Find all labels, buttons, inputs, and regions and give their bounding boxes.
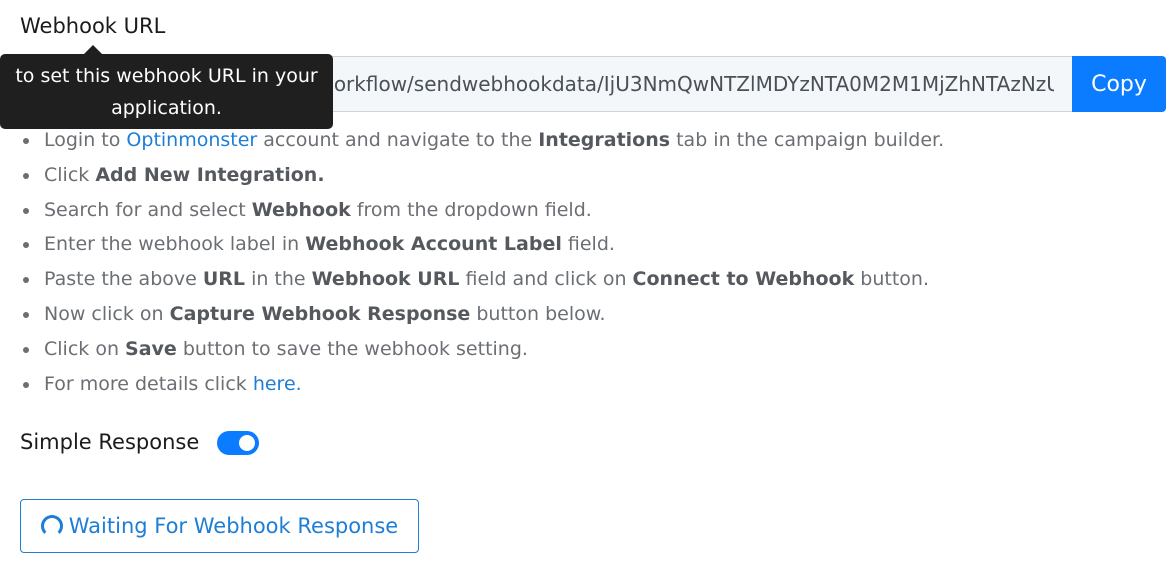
instruction-text: tab in the campaign builder. [670,129,945,151]
instruction-text: from the dropdown field. [350,198,592,221]
instruction-bold: Add New Integration. [95,163,325,186]
instruction-text: account and navigate to the [257,129,539,151]
instruction-bold: Save [125,337,177,360]
instructions-list: Login to Optinmonster account and naviga… [20,123,1160,401]
tooltip-text: to set this webhook URL in your applicat… [15,64,318,119]
instruction-link[interactable]: Optinmonster [126,129,257,151]
instruction-item: Paste the above URL in the Webhook URL f… [20,262,1160,297]
instruction-item: Click Add New Integration. [20,158,1160,193]
instruction-text: Login to [44,129,127,151]
copy-tooltip: to set this webhook URL in your applicat… [0,45,333,129]
instruction-item: Click on Save button to save the webhook… [20,332,1160,367]
instruction-text: button. [854,268,929,291]
instruction-text: Paste the above [44,268,203,291]
spinner-icon [40,515,63,537]
instruction-text: in the [245,268,312,291]
instruction-bold: Connect to Webhook [632,268,855,291]
simple-response-label: Simple Response [20,429,200,454]
tooltip-arrow [84,45,102,54]
instruction-text: Enter the webhook label in [44,233,306,256]
instruction-item: Enter the webhook label in Webhook Accou… [20,227,1160,262]
instruction-bold: Webhook [251,198,351,221]
instruction-item: For more details click here. [20,367,1160,402]
instruction-text: field and click on [459,268,633,291]
copy-button[interactable]: Copy [1072,56,1166,112]
instruction-bold: URL [202,268,246,291]
instruction-bold: Webhook URL [311,268,460,291]
instruction-bold: Webhook Account Label [305,233,562,256]
instruction-text: Click on [44,337,126,360]
simple-response-toggle[interactable] [217,431,260,455]
waiting-for-webhook-response-button[interactable]: Waiting For Webhook Response [20,499,419,553]
toggle-knob [239,435,256,451]
instruction-item: Now click on Capture Webhook Response bu… [20,297,1160,332]
instruction-bold: Integrations [538,129,671,151]
instruction-item: Search for and select Webhook from the d… [20,193,1160,228]
instruction-text: Now click on [44,302,170,325]
instruction-text: button to save the webhook setting. [176,337,528,360]
instruction-text: Search for and select [44,198,252,221]
webhook-url-label: Webhook URL [20,14,166,38]
instruction-text: field. [561,233,615,256]
instruction-text: For more details click [44,372,253,395]
instruction-text: Click [44,163,96,186]
simple-response-row: Simple Response [20,428,260,455]
instruction-text: button below. [470,302,606,325]
instruction-link[interactable]: here. [253,373,302,395]
instruction-bold: Capture Webhook Response [169,302,471,325]
waiting-button-label: Waiting For Webhook Response [68,514,399,538]
